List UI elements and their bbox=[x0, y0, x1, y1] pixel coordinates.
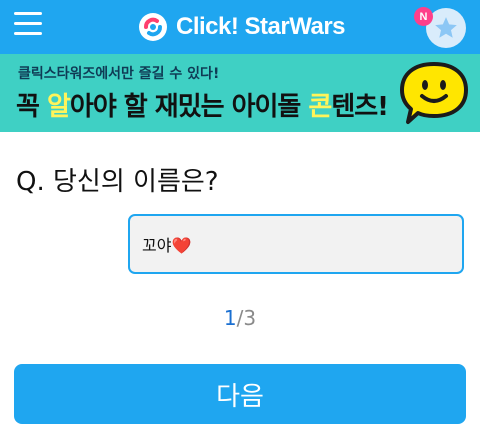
star-icon bbox=[435, 17, 457, 38]
app-header: Click! StarWars N bbox=[0, 0, 480, 54]
banner-subtitle: 클릭스타워즈에서만 즐길 수 있다! bbox=[18, 66, 220, 82]
smiley-icon bbox=[400, 62, 468, 124]
logo-icon bbox=[139, 13, 167, 41]
promo-banner[interactable]: 클릭스타워즈에서만 즐길 수 있다! 꼭 알아야 할 재밌는 아이돌 콘텐츠! bbox=[0, 54, 480, 132]
banner-headline: 꼭 알아야 할 재밌는 아이돌 콘텐츠! bbox=[16, 86, 389, 123]
app-logo[interactable]: Click! StarWars bbox=[138, 11, 346, 43]
app-title: Click! StarWars bbox=[176, 13, 346, 40]
name-input[interactable]: 꼬야❤️ bbox=[128, 214, 464, 274]
banner-headline-part: 텐츠! bbox=[331, 92, 389, 122]
banner-headline-highlight: 콘 bbox=[308, 92, 332, 122]
page-indicator: 1/3 bbox=[0, 306, 480, 330]
notification-badge: N bbox=[414, 7, 433, 26]
question-text: Q. 당신의 이름은? bbox=[16, 167, 219, 197]
page-total: 3 bbox=[243, 306, 257, 330]
banner-headline-part: 꼭 bbox=[16, 92, 47, 122]
banner-headline-part: 아야 할 재밌는 아이돌 bbox=[69, 92, 309, 122]
menu-icon[interactable] bbox=[14, 12, 42, 38]
next-button[interactable]: 다음 bbox=[14, 364, 466, 424]
banner-headline-highlight: 알 bbox=[46, 92, 71, 122]
page-current: 1 bbox=[223, 306, 237, 330]
